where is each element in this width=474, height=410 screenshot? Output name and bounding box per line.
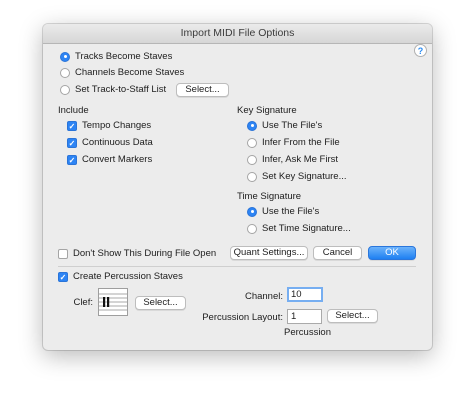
channel-field[interactable]: 10 bbox=[287, 287, 323, 302]
import-midi-dialog: Import MIDI File Options ? Tracks Become… bbox=[43, 24, 432, 350]
radio-selected-icon bbox=[247, 120, 257, 131]
clef-label: Clef: bbox=[73, 297, 93, 308]
track-staff-select-button[interactable]: Select... bbox=[176, 83, 229, 97]
checkmark-icon: ✓ bbox=[67, 120, 77, 131]
clef-select-button[interactable]: Select... bbox=[135, 296, 186, 310]
include-heading: Include bbox=[58, 105, 89, 116]
radio-channels-become-staves[interactable]: Channels Become Staves bbox=[60, 67, 184, 78]
key-signature-heading: Key Signature bbox=[237, 105, 297, 116]
quant-settings-button[interactable]: Quant Settings... bbox=[230, 246, 308, 260]
radio-key-use-files[interactable]: Use The File's bbox=[247, 120, 322, 131]
radio-icon bbox=[60, 67, 70, 78]
radio-icon bbox=[247, 154, 257, 165]
radio-tracks-become-staves[interactable]: Tracks Become Staves bbox=[60, 51, 172, 62]
dialog-title: Import MIDI File Options bbox=[43, 24, 432, 44]
radio-key-set[interactable]: Set Key Signature... bbox=[247, 171, 347, 182]
radio-icon bbox=[60, 84, 70, 95]
check-continuous-data[interactable]: ✓ Continuous Data bbox=[67, 137, 153, 148]
checkbox-icon bbox=[58, 248, 68, 259]
radio-key-infer[interactable]: Infer From the File bbox=[247, 137, 340, 148]
percussion-layout-select-button[interactable]: Select... bbox=[327, 309, 378, 323]
percussion-clef-preview bbox=[98, 288, 128, 316]
checkmark-icon: ✓ bbox=[58, 271, 68, 282]
percussion-layout-name: Percussion bbox=[284, 327, 331, 338]
check-tempo-changes[interactable]: ✓ Tempo Changes bbox=[67, 120, 151, 131]
radio-icon bbox=[247, 137, 257, 148]
help-icon[interactable]: ? bbox=[414, 44, 427, 57]
percussion-clef-icon bbox=[99, 293, 127, 311]
check-dont-show[interactable]: Don't Show This During File Open bbox=[58, 248, 216, 259]
percussion-layout-field[interactable]: 1 bbox=[287, 309, 322, 324]
check-create-percussion-staves[interactable]: ✓ Create Percussion Staves bbox=[58, 271, 183, 282]
radio-selected-icon bbox=[247, 206, 257, 217]
checkmark-icon: ✓ bbox=[67, 137, 77, 148]
radio-icon bbox=[247, 171, 257, 182]
checkmark-icon: ✓ bbox=[67, 154, 77, 165]
section-divider bbox=[58, 266, 416, 267]
radio-selected-icon bbox=[60, 51, 70, 62]
radio-time-set[interactable]: Set Time Signature... bbox=[247, 223, 351, 234]
check-convert-markers[interactable]: ✓ Convert Markers bbox=[67, 154, 152, 165]
time-signature-heading: Time Signature bbox=[237, 191, 302, 202]
cancel-button[interactable]: Cancel bbox=[313, 246, 362, 260]
radio-icon bbox=[247, 223, 257, 234]
radio-set-track-to-staff-list[interactable]: Set Track-to-Staff List bbox=[60, 84, 166, 95]
ok-button[interactable]: OK bbox=[368, 246, 416, 260]
percussion-layout-label: Percussion Layout: bbox=[202, 312, 283, 323]
radio-key-infer-ask[interactable]: Infer, Ask Me First bbox=[247, 154, 338, 165]
channel-label: Channel: bbox=[244, 291, 283, 302]
radio-time-use-files[interactable]: Use the File's bbox=[247, 206, 319, 217]
